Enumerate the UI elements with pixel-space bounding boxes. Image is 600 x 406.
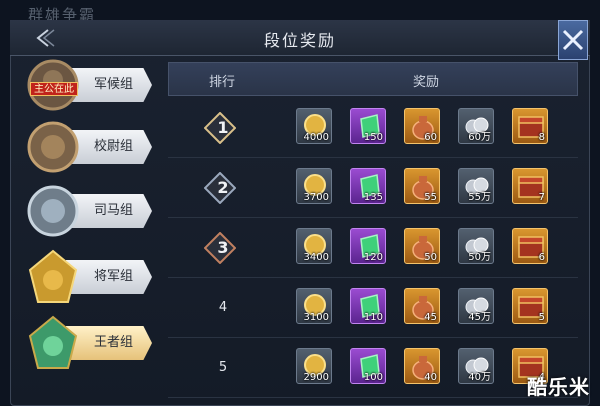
panel-header: 段位奖励: [10, 20, 590, 56]
item-count: 8: [538, 132, 545, 143]
rank-number: 5: [218, 360, 228, 375]
current-group-badge: 主公在此: [30, 82, 78, 96]
table-row: 2 3700 135 55 55万 7: [168, 158, 578, 218]
item-count: 3400: [303, 252, 329, 263]
table-row: 4 3100 110 45 45万 5: [168, 278, 578, 338]
item-count: 150: [363, 132, 383, 143]
item-count: 50万: [468, 252, 491, 263]
item-count: 4000: [303, 132, 329, 143]
item-count: 2900: [303, 372, 329, 383]
reward-item[interactable]: 50万: [458, 228, 494, 264]
rank-cell: 1: [168, 98, 278, 158]
silver-beast-emblem-icon: [24, 182, 82, 240]
rank-number: 4: [218, 300, 228, 315]
table-row: 1 4000 150 60 60万 8: [168, 98, 578, 158]
rank-column-header: 排行: [209, 75, 236, 90]
item-count: 40万: [468, 372, 491, 383]
reward-item[interactable]: 100: [350, 348, 386, 384]
sidebar-item-xiaowei[interactable]: 校尉组: [18, 118, 158, 176]
item-count: 120: [363, 252, 383, 263]
rank-cell: 2: [168, 158, 278, 218]
reward-table-header: 排行 奖励: [168, 62, 578, 96]
item-count: 50: [424, 252, 437, 263]
gold-dragon-emblem-icon: [24, 248, 82, 306]
reward-item[interactable]: 4000: [296, 108, 332, 144]
watermark: 酷乐米: [527, 375, 590, 399]
reward-item[interactable]: 110: [350, 288, 386, 324]
reward-item[interactable]: 3100: [296, 288, 332, 324]
sidebar-item-jiangjun[interactable]: 将军组: [18, 248, 158, 306]
reward-column-header: 奖励: [413, 75, 440, 90]
page-title: 段位奖励: [263, 31, 336, 50]
bronze-beast-emblem-icon: [24, 118, 82, 176]
item-count: 45: [424, 312, 437, 323]
item-count: 6: [538, 252, 545, 263]
item-count: 110: [363, 312, 383, 323]
rank-cell: 3: [168, 218, 278, 278]
reward-item[interactable]: 55: [404, 168, 440, 204]
item-count: 7: [538, 192, 545, 203]
item-count: 45万: [468, 312, 491, 323]
rank-number: 3: [217, 238, 229, 257]
sidebar-item-sima[interactable]: 司马组: [18, 182, 158, 240]
item-count: 55万: [468, 192, 491, 203]
reward-item[interactable]: 120: [350, 228, 386, 264]
reward-item[interactable]: 150: [350, 108, 386, 144]
rank-number: 1: [217, 118, 229, 137]
reward-item[interactable]: 50: [404, 228, 440, 264]
table-row: 3 3400 120 50 50万 6: [168, 218, 578, 278]
reward-item[interactable]: 60万: [458, 108, 494, 144]
item-count: 55: [424, 192, 437, 203]
sidebar-item-junhou[interactable]: 军候组 主公在此: [18, 56, 158, 114]
item-count: 60万: [468, 132, 491, 143]
item-count: 3100: [303, 312, 329, 323]
close-icon: [562, 29, 584, 51]
reward-item[interactable]: 135: [350, 168, 386, 204]
reward-item[interactable]: 3700: [296, 168, 332, 204]
reward-item[interactable]: 8: [512, 108, 548, 144]
table-row: 5 2900 100 40 40万 4: [168, 338, 578, 398]
reward-item[interactable]: 6: [512, 228, 548, 264]
item-count: 5: [538, 312, 545, 323]
rank-number: 2: [217, 178, 229, 197]
reward-item[interactable]: 3400: [296, 228, 332, 264]
jade-dragon-emblem-icon: [24, 314, 82, 372]
reward-item[interactable]: 60: [404, 108, 440, 144]
item-count: 3700: [303, 192, 329, 203]
reward-item[interactable]: 40万: [458, 348, 494, 384]
reward-item[interactable]: 45万: [458, 288, 494, 324]
reward-item[interactable]: 40: [404, 348, 440, 384]
reward-item[interactable]: 7: [512, 168, 548, 204]
rank-cell: 5: [168, 338, 278, 398]
reward-item[interactable]: 2900: [296, 348, 332, 384]
item-count: 135: [363, 192, 383, 203]
reward-item[interactable]: 55万: [458, 168, 494, 204]
item-count: 40: [424, 372, 437, 383]
reward-item[interactable]: 45: [404, 288, 440, 324]
sidebar-item-wangzhe[interactable]: 王者组: [18, 314, 158, 372]
rank-cell: 4: [168, 278, 278, 338]
item-count: 60: [424, 132, 437, 143]
reward-item[interactable]: 5: [512, 288, 548, 324]
item-count: 100: [363, 372, 383, 383]
close-button[interactable]: [558, 20, 588, 60]
